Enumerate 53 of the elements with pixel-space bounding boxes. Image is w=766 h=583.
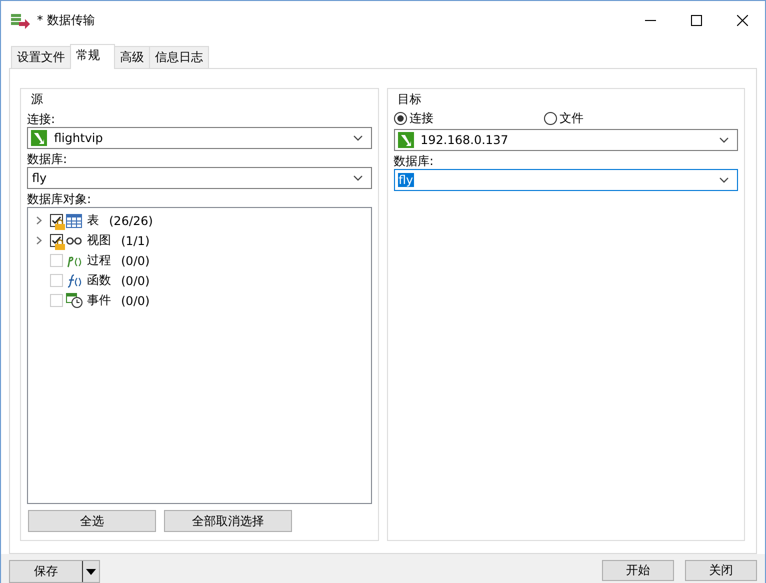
event-icon — [66, 293, 82, 308]
close-icon[interactable] — [736, 15, 748, 26]
radio-button[interactable] — [394, 112, 406, 126]
chevron-icon — [719, 176, 729, 183]
connection-dropdown[interactable]: 192.168.0.137 — [394, 128, 738, 151]
checkbox[interactable] — [50, 234, 65, 250]
field-label: 连接: — [27, 110, 56, 127]
field-label: 数据库: — [27, 150, 68, 167]
deselect-all-button[interactable]: 全部取消选择 — [164, 510, 292, 532]
tab[interactable]: 信息日志 — [149, 46, 209, 68]
object-count: (0/0) — [121, 274, 150, 288]
tab[interactable]: 设置文件 — [11, 46, 71, 68]
select-all-button[interactable]: 全选 — [28, 510, 156, 532]
maximize-icon[interactable] — [690, 15, 702, 26]
object-type-label: 视图 — [87, 232, 111, 250]
object-count: (0/0) — [121, 294, 150, 308]
caret-icon — [86, 568, 96, 574]
group-title: 源 — [30, 90, 44, 108]
tab[interactable]: 高级 — [114, 46, 150, 68]
database-icon — [31, 130, 47, 146]
close-button[interactable]: 关闭 — [685, 560, 757, 581]
table-icon — [66, 214, 82, 228]
radio-button[interactable] — [544, 112, 556, 126]
database-dropdown[interactable]: fly — [394, 168, 738, 191]
object-count: (26/26) — [109, 214, 153, 228]
window-title: * 数据传输 — [37, 12, 95, 30]
expand-icon[interactable] — [36, 216, 42, 226]
radio-label[interactable]: 连接 — [410, 110, 434, 128]
expand-icon[interactable] — [36, 236, 42, 246]
minimize-icon[interactable] — [644, 20, 656, 22]
database-dropdown[interactable]: fly — [27, 166, 372, 189]
field-label: 数据库: — [394, 152, 435, 169]
object-count: (0/0) — [121, 254, 150, 268]
function-icon — [66, 274, 82, 288]
field-label: 数据库对象: — [27, 190, 92, 207]
start-button[interactable]: 开始 — [602, 560, 674, 581]
group-title: 目标 — [396, 90, 422, 108]
object-type-label: 过程 — [87, 252, 111, 270]
dropdown-button[interactable] — [82, 561, 99, 582]
checkbox[interactable] — [50, 214, 65, 230]
chevron-icon — [352, 134, 362, 141]
object-count: (1/1) — [121, 234, 150, 248]
tab[interactable]: 常规 — [70, 44, 115, 69]
chevron-icon — [352, 174, 362, 181]
glasses-icon — [66, 236, 82, 246]
radio-label[interactable]: 文件 — [560, 110, 584, 128]
chevron-icon — [719, 136, 729, 143]
app-icon — [11, 12, 31, 30]
object-type-label: 表 — [87, 212, 99, 230]
connection-dropdown[interactable]: flightvip — [27, 126, 372, 149]
database-icon — [398, 132, 414, 148]
object-type-label: 函数 — [87, 272, 111, 290]
object-type-label: 事件 — [87, 292, 111, 310]
